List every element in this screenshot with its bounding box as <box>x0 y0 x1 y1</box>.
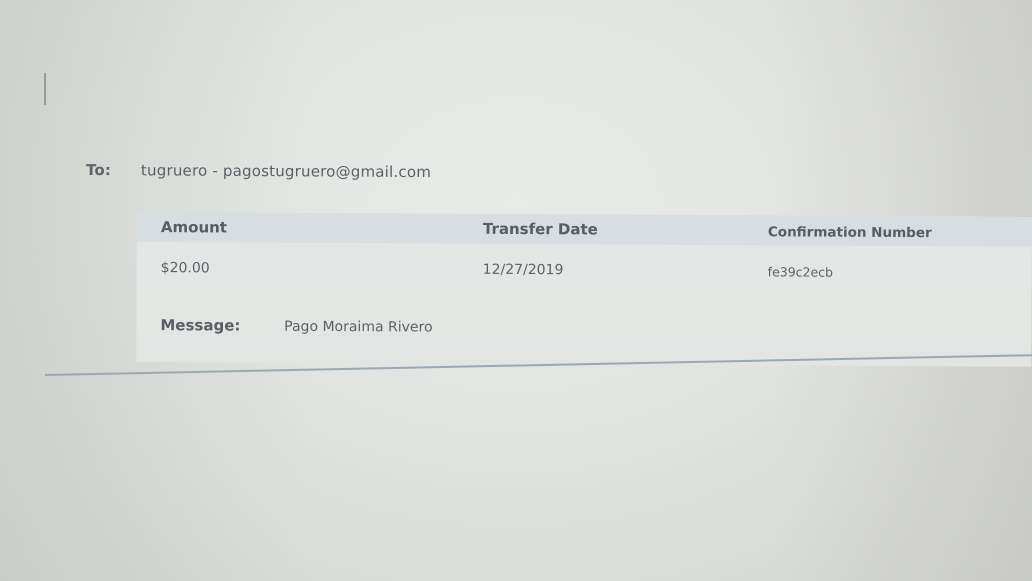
confirmation-number-value: fe39c2ecb <box>767 264 834 280</box>
message-row: Message: Pago Moraima Rivero <box>160 316 432 335</box>
message-label: Message: <box>160 316 241 335</box>
transfer-date-value: 12/27/2019 <box>482 261 564 279</box>
recipient-value: tugruero - pagostugruero@gmail.com <box>140 161 432 182</box>
transfer-details-panel: Amount Transfer Date Confirmation Number… <box>136 212 1032 367</box>
transfer-details-header: Amount Transfer Date Confirmation Number <box>136 212 1032 247</box>
recipient-row: To: tugruero - pagostugruero@gmail.com <box>86 161 431 181</box>
recipient-label: To: <box>85 161 112 180</box>
confirmation-number-header: Confirmation Number <box>767 224 932 242</box>
text-cursor <box>44 73 46 105</box>
transfer-date-header: Transfer Date <box>482 219 598 239</box>
amount-header: Amount <box>160 218 228 237</box>
amount-value: $20.00 <box>160 260 210 277</box>
message-value: Pago Moraima Rivero <box>284 318 433 336</box>
